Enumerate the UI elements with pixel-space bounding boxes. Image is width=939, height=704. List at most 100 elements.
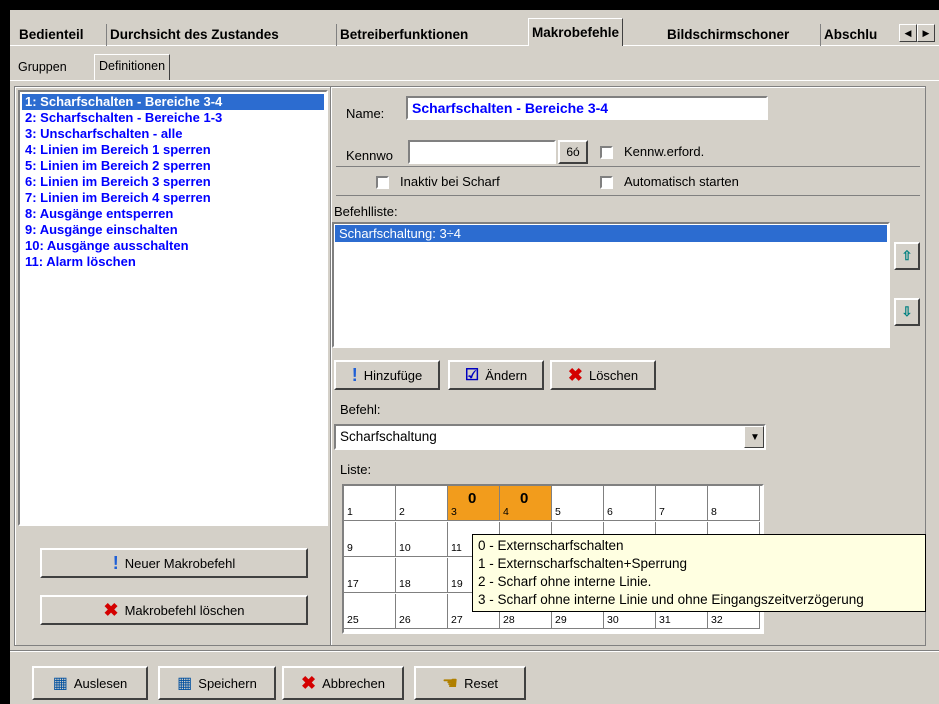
grid-cell-number: 6 <box>607 506 613 518</box>
command-list[interactable]: Scharfschaltung: 3÷4 <box>332 222 890 348</box>
list-item[interactable]: 11: Alarm löschen <box>22 254 324 270</box>
tab-scroll-right-button[interactable]: ▶ <box>917 24 935 42</box>
arrow-down-icon: ⇩ <box>901 304 913 319</box>
list-item[interactable]: 9: Ausgänge einschalten <box>22 222 324 238</box>
grid-cell[interactable]: 40 <box>500 486 552 521</box>
cancel-button[interactable]: ✖ Abbrechen <box>282 666 404 700</box>
list-item[interactable]: 2: Scharfschalten - Bereiche 1-3 <box>22 110 324 126</box>
tab-gruppen[interactable]: Gruppen <box>14 56 71 78</box>
list-item[interactable]: 8: Ausgänge entsperren <box>22 206 324 222</box>
tab-makrobefehle[interactable]: Makrobefehle <box>528 18 624 46</box>
tab-betreiberfunktionen[interactable]: Betreiberfunktionen <box>336 24 471 46</box>
add-command-label: Hinzufüge <box>363 367 423 383</box>
tab-abschluss[interactable]: Abschlu <box>820 24 880 46</box>
macro-list[interactable]: 1: Scharfschalten - Bereiche 3-4 2: Scha… <box>18 90 328 526</box>
grid-cell-number: 1 <box>347 506 353 518</box>
password-label: Kennwo <box>346 148 393 163</box>
grid-cell[interactable]: 2 <box>396 486 448 521</box>
list-item[interactable]: 10: Ausgänge ausschalten <box>22 238 324 254</box>
autostart-checkbox[interactable] <box>600 176 613 189</box>
grid-cell-number: 25 <box>347 614 359 626</box>
tooltip-line: 2 - Scharf ohne interne Linie. <box>478 574 652 589</box>
tab-definitionen[interactable]: Definitionen <box>94 54 171 80</box>
name-label: Name: <box>346 106 385 121</box>
grid-cell-number: 10 <box>399 542 411 554</box>
dropdown-button[interactable]: ▼ <box>744 426 764 448</box>
grid-cell-number: 32 <box>711 614 723 626</box>
save-button[interactable]: ▦ Speichern <box>158 666 276 700</box>
tab-bildschirmschoner[interactable]: Bildschirmschoner <box>664 24 792 46</box>
grid-cell[interactable]: 10 <box>396 522 448 557</box>
tooltip-line: 3 - Scharf ohne interne Linie und ohne E… <box>478 592 864 607</box>
arrow-up-icon: ⇧ <box>901 248 913 263</box>
grid-cell[interactable]: 8 <box>708 486 760 521</box>
red-x-icon: ✖ <box>567 364 583 385</box>
arrow-left-icon: ◀ <box>904 28 912 38</box>
show-password-button[interactable]: 6ó <box>558 140 588 164</box>
grid-cell[interactable]: 25 <box>344 594 396 629</box>
grid-cell-number: 26 <box>399 614 411 626</box>
checkbox-icon: ☑ <box>464 367 480 384</box>
grid-cell[interactable]: 9 <box>344 522 396 557</box>
read-button[interactable]: ▦ Auslesen <box>32 666 148 700</box>
grid-cell-number: 19 <box>451 578 463 590</box>
change-command-button[interactable]: ☑ Ändern <box>448 360 544 390</box>
read-label: Auslesen <box>73 675 128 691</box>
command-list-item[interactable]: Scharfschaltung: 3÷4 <box>335 225 887 242</box>
add-command-button[interactable]: ! Hinzufüge <box>334 360 440 390</box>
grid-cell[interactable]: 5 <box>552 486 604 521</box>
reset-button[interactable]: ☚ Reset <box>414 666 526 700</box>
bottom-divider <box>10 650 939 652</box>
list-item[interactable]: 6: Linien im Bereich 3 sperren <box>22 174 324 190</box>
table-icon: ▦ <box>52 675 68 692</box>
grid-cell-number: 5 <box>555 506 561 518</box>
exclamation-icon: ! <box>112 552 119 573</box>
grid-cell-number: 7 <box>659 506 665 518</box>
reset-label: Reset <box>464 675 499 691</box>
inactive-when-armed-checkbox[interactable] <box>376 176 389 189</box>
delete-macro-button[interactable]: ✖ Makrobefehl löschen <box>40 595 308 625</box>
grid-cell[interactable]: 30 <box>448 486 500 521</box>
password-required-label: Kennw.erford. <box>624 144 705 159</box>
grid-cell-number: 28 <box>503 614 515 626</box>
list-item[interactable]: 4: Linien im Bereich 1 sperren <box>22 142 324 158</box>
grid-cell[interactable]: 17 <box>344 558 396 593</box>
grid-cell[interactable]: 26 <box>396 594 448 629</box>
grid-cell-number: 27 <box>451 614 463 626</box>
table-icon: ▦ <box>177 675 193 692</box>
red-x-icon: ✖ <box>103 599 119 620</box>
grid-cell-number: 17 <box>347 578 359 590</box>
delete-command-button[interactable]: ✖ Löschen <box>550 360 656 390</box>
chevron-down-icon: ▼ <box>750 432 760 443</box>
tab-durchsicht[interactable]: Durchsicht des Zustandes <box>106 24 282 46</box>
move-up-button[interactable]: ⇧ <box>894 242 920 270</box>
name-input[interactable]: Scharfschalten - Bereiche 3-4 <box>406 96 768 120</box>
move-down-button[interactable]: ⇩ <box>894 298 920 326</box>
list-item[interactable]: 1: Scharfschalten - Bereiche 3-4 <box>22 94 324 110</box>
tooltip-line: 0 - Externscharfschalten <box>478 538 624 553</box>
command-select[interactable]: Scharfschaltung ▼ <box>334 424 766 450</box>
grid-cell-number: 3 <box>451 506 457 518</box>
tab-scroll-left-button[interactable]: ◀ <box>899 24 917 42</box>
main-tab-bar: Bedienteil Durchsicht des Zustandes Betr… <box>10 10 939 46</box>
glasses-icon: 6ó <box>566 145 580 159</box>
befehl-label: Befehl: <box>340 402 381 417</box>
autostart-label: Automatisch starten <box>624 174 739 189</box>
new-macro-button[interactable]: ! Neuer Makrobefehl <box>40 548 308 578</box>
tab-bedienteil[interactable]: Bedienteil <box>16 24 87 46</box>
grid-cell-number: 2 <box>399 506 405 518</box>
grid-cell[interactable]: 1 <box>344 486 396 521</box>
hand-icon: ☚ <box>441 672 459 693</box>
password-required-checkbox[interactable] <box>600 146 613 159</box>
password-input[interactable] <box>408 140 556 164</box>
grid-cell-number: 31 <box>659 614 671 626</box>
grid-cell[interactable]: 18 <box>396 558 448 593</box>
list-item[interactable]: 7: Linien im Bereich 4 sperren <box>22 190 324 206</box>
arrow-right-icon: ▶ <box>922 28 930 38</box>
list-item[interactable]: 3: Unscharfschalten - alle <box>22 126 324 142</box>
grid-cell[interactable]: 7 <box>656 486 708 521</box>
delete-command-label: Löschen <box>588 367 639 383</box>
grid-cell[interactable]: 6 <box>604 486 656 521</box>
app-window: Bedienteil Durchsicht des Zustandes Betr… <box>10 10 939 704</box>
list-item[interactable]: 5: Linien im Bereich 2 sperren <box>22 158 324 174</box>
